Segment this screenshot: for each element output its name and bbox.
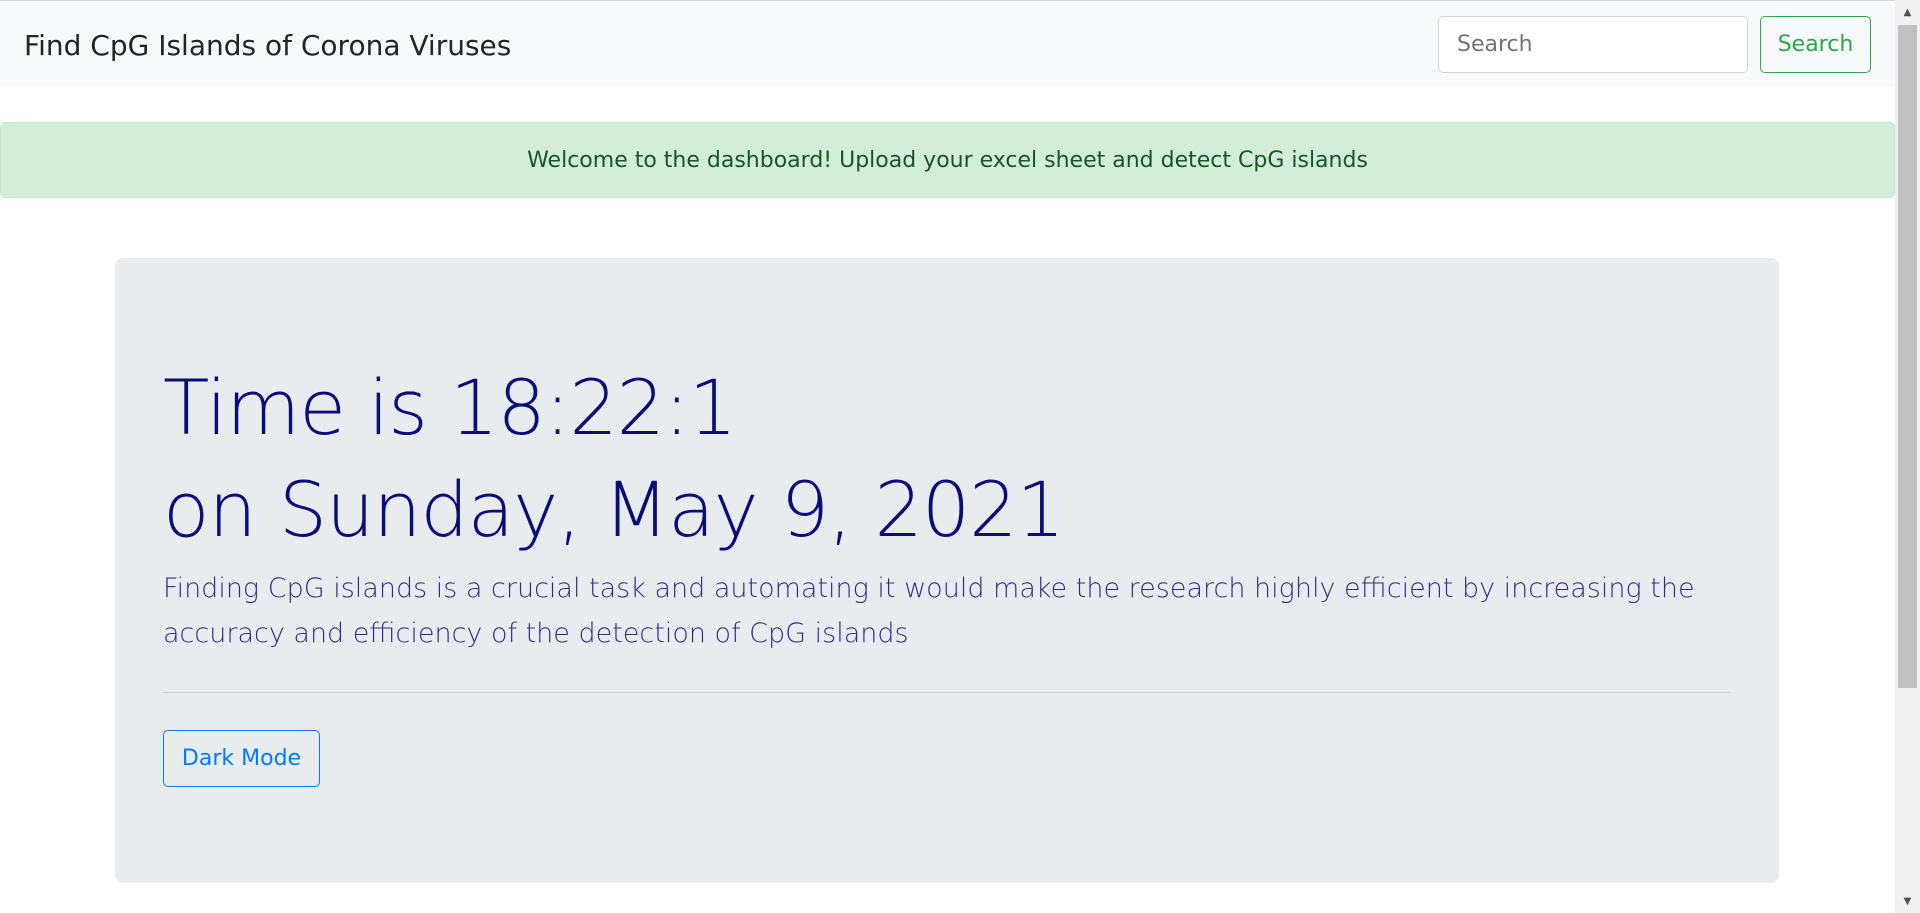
alert-message: Welcome to the dashboard! Upload your ex…	[527, 147, 1368, 173]
dark-mode-button[interactable]: Dark Mode	[163, 730, 320, 787]
navbar: Find CpG Islands of Corona Viruses Searc…	[0, 1, 1895, 86]
navbar-brand[interactable]: Find CpG Islands of Corona Viruses	[24, 29, 511, 62]
lead-paragraph: Finding CpG islands is a crucial task an…	[163, 573, 1695, 649]
search-input[interactable]	[1438, 16, 1748, 73]
scrollbar-thumb[interactable]	[1898, 25, 1917, 688]
search-button[interactable]: Search	[1760, 16, 1871, 73]
jumbotron: Time is 18:22:1 on Sunday, May 9, 2021 F…	[115, 258, 1779, 883]
time-heading: Time is 18:22:1	[163, 363, 737, 452]
date-heading: on Sunday, May 9, 2021	[163, 465, 1065, 554]
welcome-alert: Welcome to the dashboard! Upload your ex…	[0, 122, 1895, 198]
chevron-down-icon[interactable]: ▼	[1895, 891, 1920, 911]
chevron-up-icon[interactable]: ▲	[1895, 2, 1920, 22]
vertical-scrollbar[interactable]: ▲ ▼	[1895, 0, 1920, 913]
divider	[163, 692, 1731, 693]
page: Find CpG Islands of Corona Viruses Searc…	[0, 0, 1895, 913]
